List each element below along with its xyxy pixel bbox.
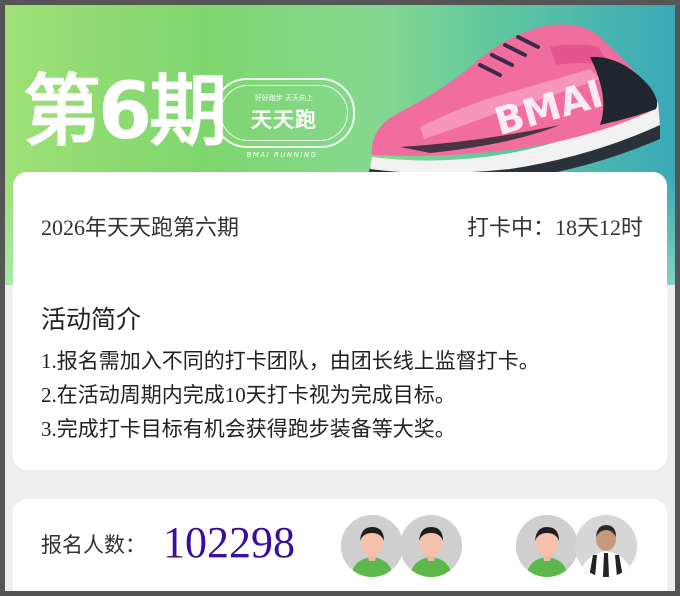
badge-event-name: 天天跑 (251, 108, 317, 132)
rule-item: 1.报名需加入不同的打卡团队，由团长线上监督打卡。 (41, 349, 540, 373)
signup-count-card[interactable]: 报名人数： 102298 (13, 499, 667, 591)
signup-count-value: 102298 (163, 518, 295, 567)
default-avatar-icon (400, 515, 462, 577)
default-avatar-icon (516, 515, 578, 577)
activity-info-card: 2026年天天跑第六期 打卡中：18天12时 活动简介 1.报名需加入不同的打卡… (13, 172, 667, 470)
checkin-status: 打卡中：18天12时 (466, 215, 643, 240)
photo-avatar-icon (575, 515, 637, 577)
event-logo-badge: 好好跑步 天天向上 天天跑 (213, 78, 355, 148)
rule-item: 3.完成打卡目标有机会获得跑步装备等大奖。 (41, 417, 456, 441)
signup-count-label: 报名人数： (41, 533, 146, 557)
rule-item: 2.在活动周期内完成10天打卡视为完成目标。 (41, 383, 456, 407)
rules-list: 1.报名需加入不同的打卡团队，由团长线上监督打卡。 2.在活动周期内完成10天打… (41, 344, 540, 446)
badge-brand-text: BMAI RUNNING (246, 151, 318, 159)
page-frame: 第6期 好好跑步 天天向上 天天跑 BMAI RUNNING BMAI 2026 (5, 5, 675, 591)
activity-title: 2026年天天跑第六期 (41, 215, 240, 240)
participant-avatar[interactable] (341, 515, 403, 577)
running-shoe-image: BMAI (368, 24, 660, 182)
badge-slogan: 好好跑步 天天向上 (254, 94, 314, 102)
participant-avatar[interactable] (400, 515, 462, 577)
intro-heading: 活动简介 (41, 305, 142, 334)
issue-number: 第6期 (23, 67, 227, 157)
participant-avatar[interactable] (516, 515, 578, 577)
participant-avatar[interactable] (575, 515, 637, 577)
default-avatar-icon (341, 515, 403, 577)
